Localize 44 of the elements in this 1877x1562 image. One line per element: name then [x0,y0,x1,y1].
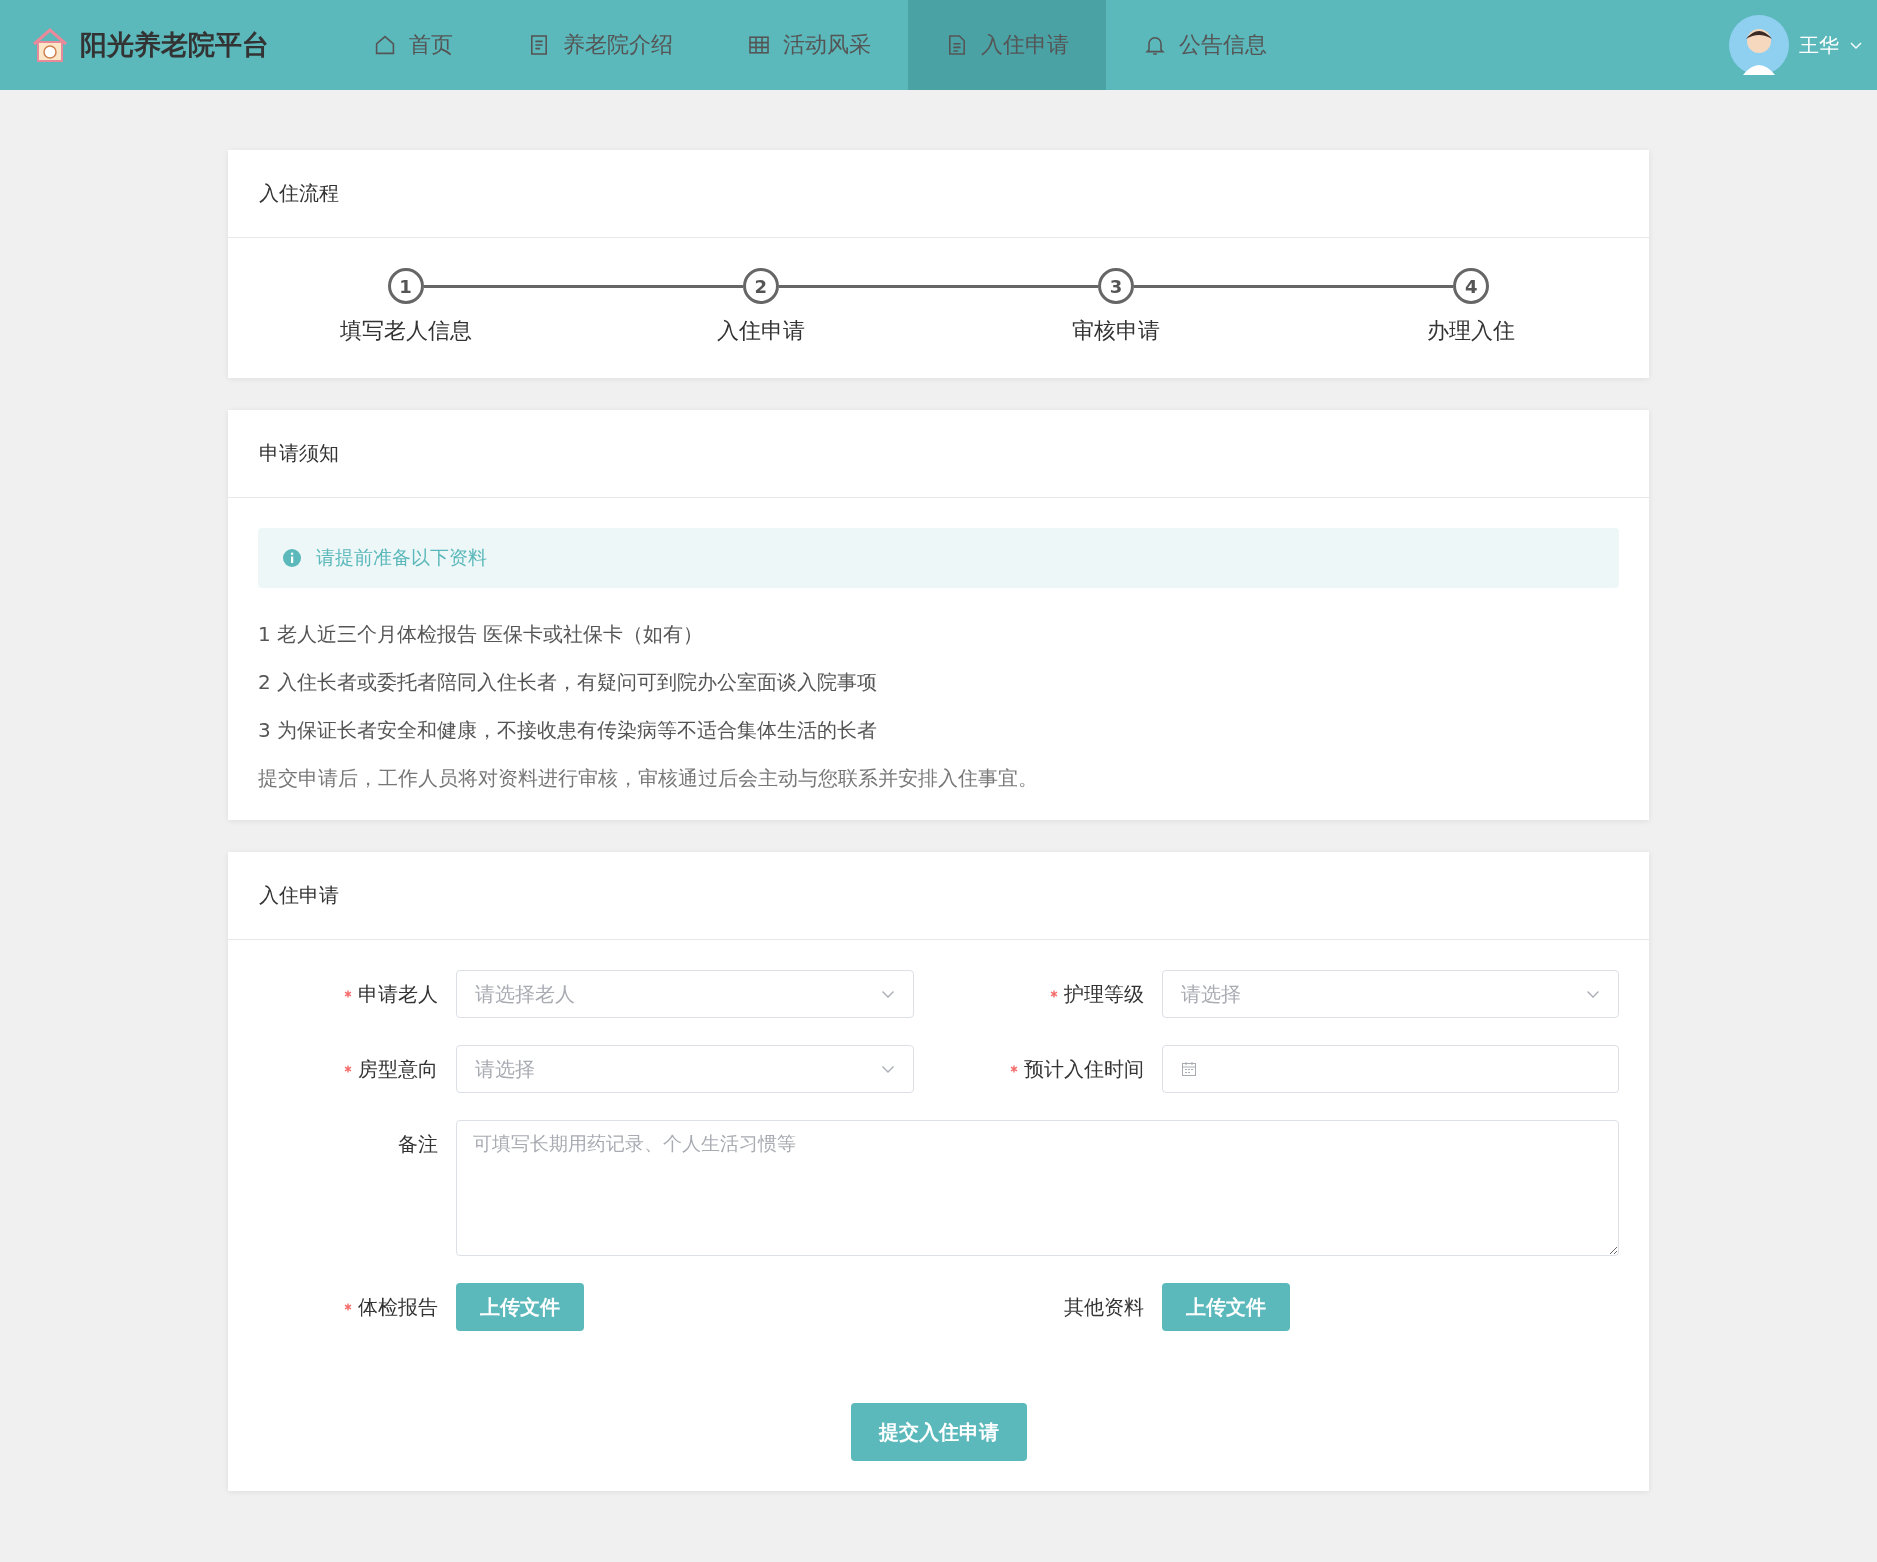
info-icon [282,548,302,568]
nav-tab[interactable]: 活动风采 [710,0,908,90]
alert-text: 请提前准备以下资料 [316,545,487,570]
field-label: 备注 [398,1130,438,1158]
upload-button[interactable]: 上传文件 [456,1283,584,1331]
avatar-icon[interactable] [1729,15,1789,75]
step-number: 2 [742,268,779,304]
field-label: 其他资料 [1063,1293,1144,1321]
grid-icon [747,33,771,57]
select-field[interactable]: 请选择 [1161,970,1619,1018]
field-label: 申请老人 [358,980,438,1008]
house-icon [30,25,70,65]
card-title: 入住申请 [259,882,339,909]
nav-tab[interactable]: 公告信息 [1106,0,1304,90]
field-label: 体检报告 [358,1293,438,1321]
user-name[interactable]: 王华 [1799,31,1839,59]
submit-button[interactable]: 提交入住申请 [850,1403,1027,1461]
notice-text: 提交申请后，工作人员将对资料进行审核，审核通过后会主动与您联系并安排入住事宜。 [258,765,1039,792]
card-title: 入住流程 [259,180,339,207]
field-label: 房型意向 [358,1055,438,1083]
select-field[interactable]: 请选择老人 [456,970,914,1018]
step-label: 审核申请 [1072,317,1161,345]
field-label: 护理等级 [1063,980,1144,1008]
remarks-field[interactable]: 可填写长期用药记录、个人生活习惯等 [456,1120,1619,1256]
nav-tab[interactable]: 入住申请 [908,0,1106,90]
step-label: 入住申请 [716,317,805,345]
step-label: 办理入住 [1427,317,1516,345]
date-field[interactable] [1161,1045,1619,1093]
brand-name: 阳光养老院平台 [80,28,269,62]
step-number: 3 [1098,268,1135,304]
nav-tab[interactable]: 养老院介绍 [490,0,710,90]
step-number: 1 [387,268,424,304]
house-icon [373,33,397,57]
select-field[interactable]: 请选择 [456,1045,914,1093]
step-number: 4 [1453,268,1490,304]
calendar-icon [1180,1061,1197,1077]
notice-text: 3 为保证长者安全和健康，不接收患有传染病等不适合集体生活的长者 [258,717,879,744]
card-title: 申请须知 [259,440,339,467]
step-label: 填写老人信息 [339,317,472,345]
nav-tab[interactable]: 首页 [336,0,490,90]
notice-text: 2 入住长者或委托者陪同入住长者，有疑问可到院办公室面谈入院事项 [258,669,879,696]
notice-text: 1 老人近三个月体检报告 医保卡或社保卡（如有） [258,621,705,648]
upload-button[interactable]: 上传文件 [1161,1283,1290,1331]
field-label: 预计入住时间 [1023,1055,1144,1083]
